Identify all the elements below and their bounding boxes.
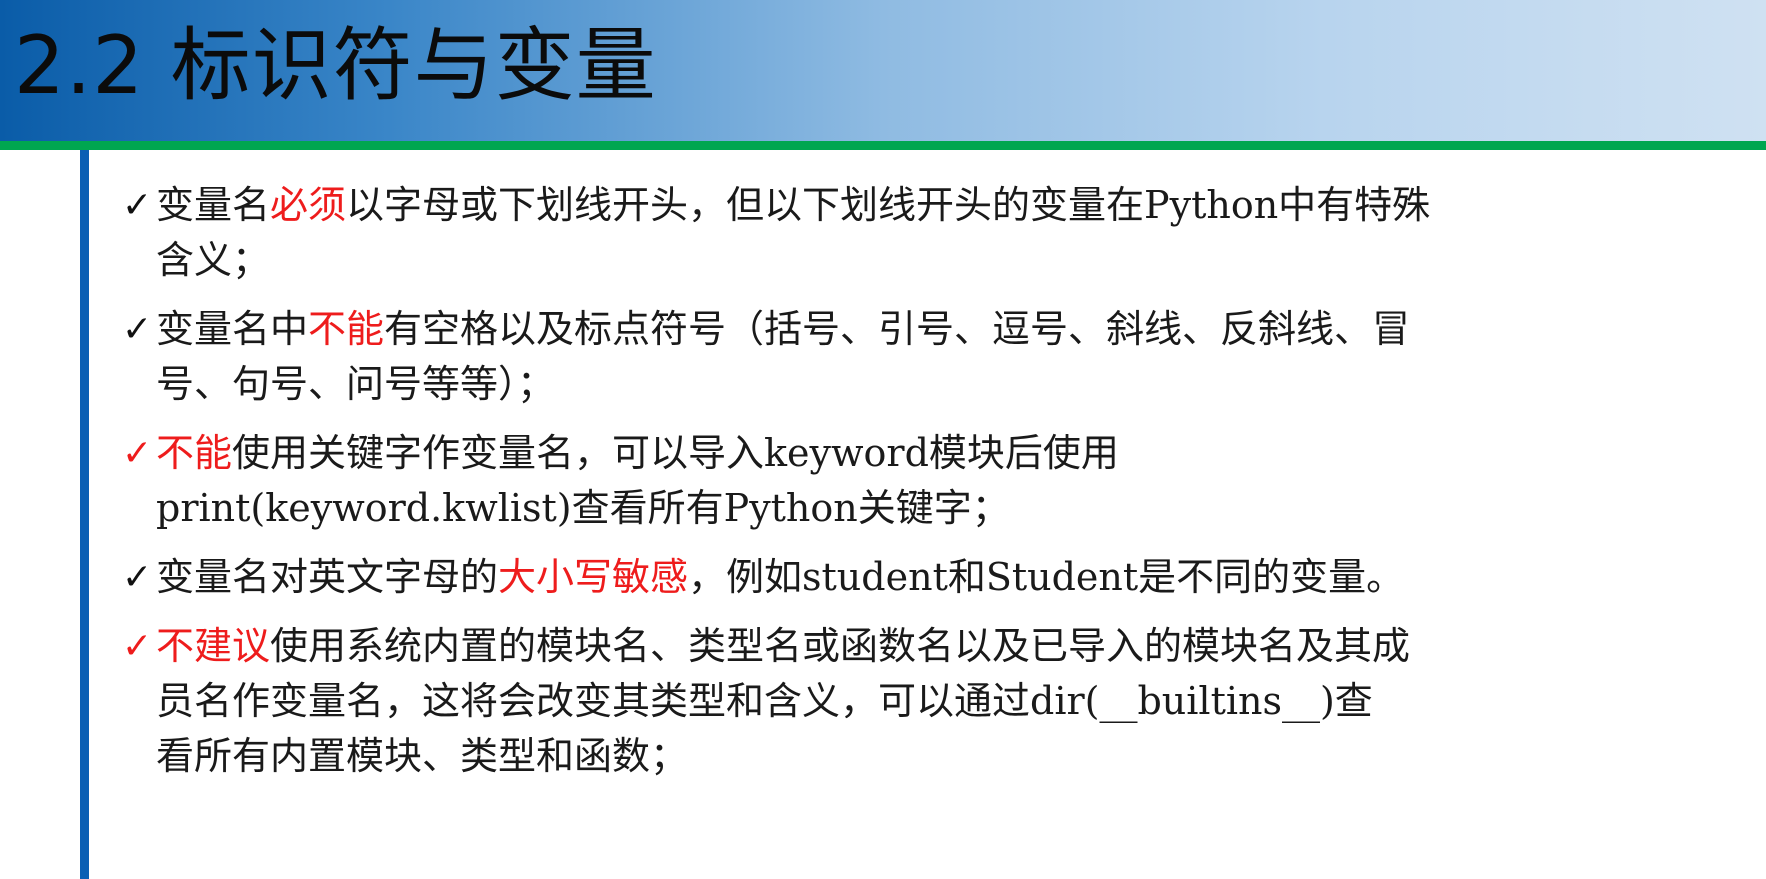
bullet-line: 变量名必须以字母或下划线开头，但以下划线开头的变量在Python中有特殊 xyxy=(156,183,1431,227)
bullet-line: 看所有内置模块、类型和函数； xyxy=(156,734,689,778)
bullet-line: 员名作变量名，这将会改变其类型和含义，可以通过dir(__builtins__)… xyxy=(156,679,1373,723)
slide-title: 2.2 标识符与变量 xyxy=(14,19,657,112)
bullet-line: 不建议使用系统内置的模块名、类型名或函数名以及已导入的模块名及其成 xyxy=(156,624,1411,668)
highlighted-text: 不建议 xyxy=(156,624,271,668)
left-accent-rule xyxy=(80,150,89,879)
bullet-item-3: ✓ 不能使用关键字作变量名，可以导入keyword模块后使用 print(key… xyxy=(122,426,1662,536)
bullet-line: 号、句号、问号等等）； xyxy=(156,362,556,406)
bullet-line: 变量名中不能有空格以及标点符号（括号、引号、逗号、斜线、反斜线、冒 xyxy=(156,307,1411,351)
highlighted-text: 不能 xyxy=(156,431,233,475)
checkmark-icon: ✓ xyxy=(122,433,153,474)
bullet-item-2: ✓ 变量名中不能有空格以及标点符号（括号、引号、逗号、斜线、反斜线、冒 号、句号… xyxy=(122,302,1662,412)
checkmark-icon: ✓ xyxy=(122,309,153,350)
bullet-item-1: ✓ 变量名必须以字母或下划线开头，但以下划线开头的变量在Python中有特殊 含… xyxy=(122,178,1662,288)
bullet-line: 不能使用关键字作变量名，可以导入keyword模块后使用 xyxy=(156,431,1119,475)
bullet-line: 含义； xyxy=(156,238,271,282)
highlighted-text: 必须 xyxy=(270,183,347,227)
bullet-item-4: ✓ 变量名对英文字母的大小写敏感，例如student和Student是不同的变量… xyxy=(122,550,1662,605)
bullet-line: 变量名对英文字母的大小写敏感，例如student和Student是不同的变量。 xyxy=(156,555,1405,599)
highlighted-text: 不能 xyxy=(308,307,385,351)
checkmark-icon: ✓ xyxy=(122,557,153,598)
header-divider xyxy=(0,141,1766,150)
checkmark-icon: ✓ xyxy=(122,626,153,667)
bullet-item-5: ✓ 不建议使用系统内置的模块名、类型名或函数名以及已导入的模块名及其成 员名作变… xyxy=(122,619,1662,784)
checkmark-icon: ✓ xyxy=(122,185,153,226)
bullet-line: print(keyword.kwlist)查看所有Python关键字； xyxy=(156,486,1010,530)
bullet-list: ✓ 变量名必须以字母或下划线开头，但以下划线开头的变量在Python中有特殊 含… xyxy=(122,178,1662,798)
highlighted-text: 大小写敏感 xyxy=(498,555,689,599)
slide-header: 2.2 标识符与变量 xyxy=(0,0,1766,144)
